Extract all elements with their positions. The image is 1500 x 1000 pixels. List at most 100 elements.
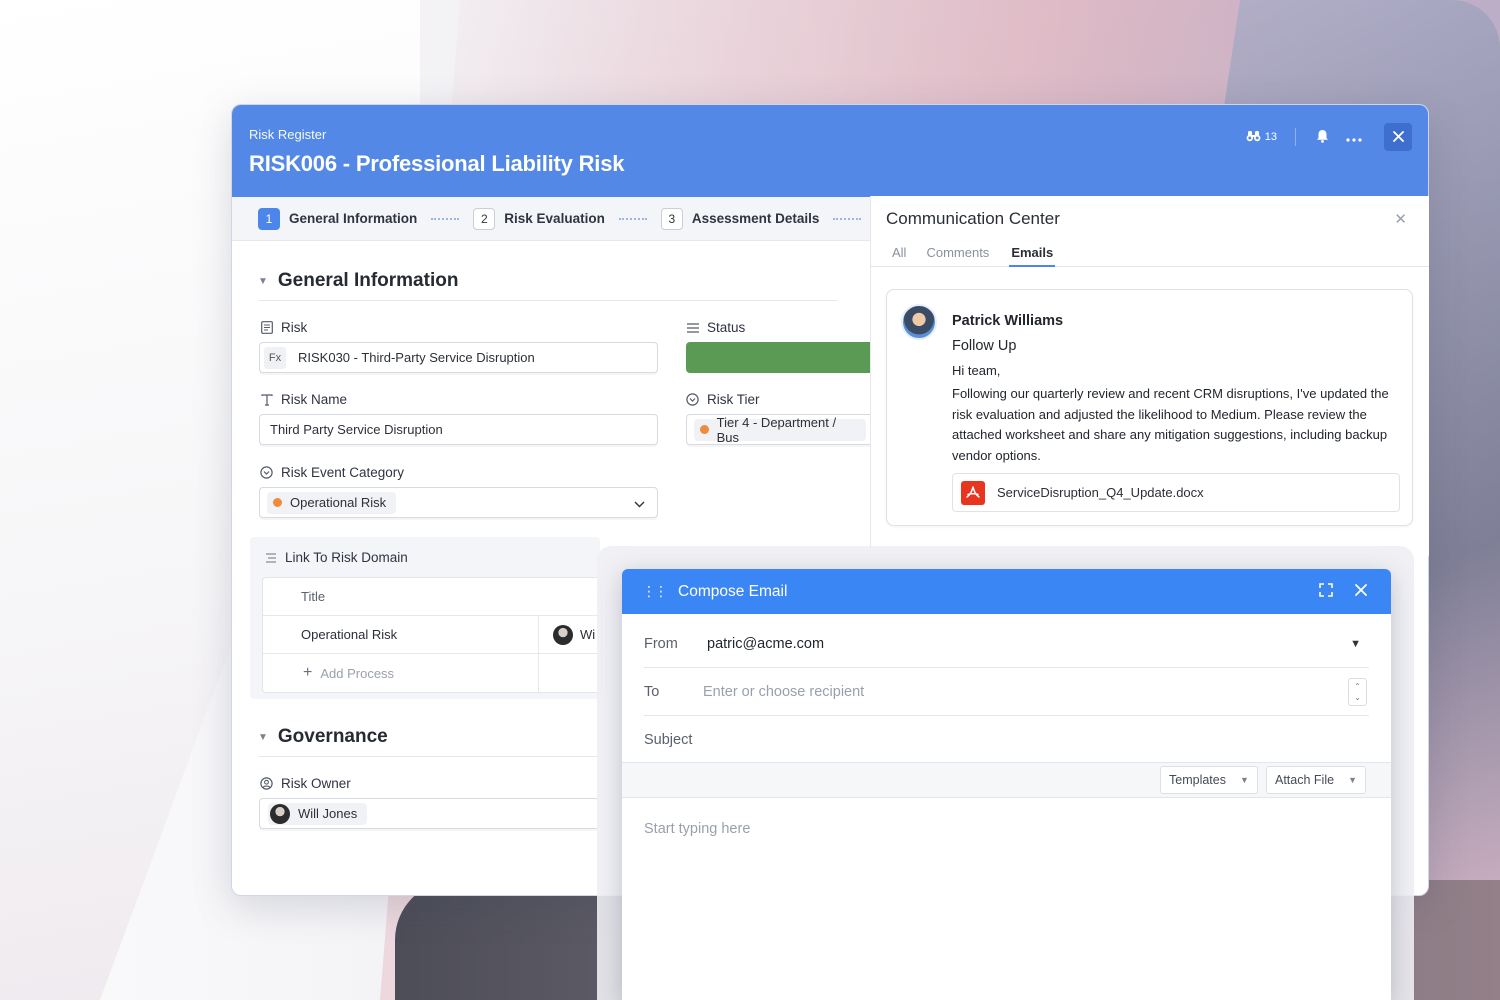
table-row[interactable]: Operational Risk Wi — [263, 616, 601, 654]
section-governance[interactable]: ▼ Governance — [258, 726, 598, 757]
compose-toolbar: Templates ▼ Attach File ▼ — [622, 762, 1391, 798]
plus-icon: + — [303, 664, 313, 681]
linked-domains-table: Title Operational Risk Wi + Add Process — [262, 577, 602, 693]
communication-center-panel: Communication Center ✕ All Comments Emai… — [870, 196, 1429, 556]
compose-title: Compose Email — [678, 582, 788, 600]
label-text: Risk — [281, 320, 308, 335]
section-general-information[interactable]: ▼ General Information — [258, 270, 838, 301]
owner-name: Will Jones — [298, 806, 358, 821]
watchers-button[interactable]: 13 — [1240, 123, 1283, 151]
bell-icon — [1316, 129, 1329, 146]
status-indicator[interactable] — [686, 342, 876, 373]
category-chip: Operational Risk — [267, 491, 397, 514]
owner-name: Wi — [580, 627, 596, 642]
from-row[interactable]: From patric@acme.com ▼ — [644, 620, 1369, 668]
user-circle-icon — [260, 777, 273, 790]
risk-field-label: Risk — [260, 320, 307, 335]
notifications-button[interactable] — [1308, 123, 1336, 151]
tab-all[interactable]: All — [892, 240, 906, 267]
avatar — [901, 304, 937, 340]
step-label: Assessment Details — [691, 211, 820, 226]
risk-name-value: Third Party Service Disruption — [270, 422, 443, 437]
more-icon — [1346, 130, 1362, 145]
step-general-information[interactable]: 1 General Information — [258, 207, 418, 230]
close-panel-button[interactable]: ✕ — [1394, 210, 1407, 228]
risk-lookup-field[interactable]: Fx RISK030 - Third-Party Service Disrupt… — [259, 342, 658, 373]
subject-row[interactable]: Subject — [644, 716, 1369, 764]
step-label: General Information — [289, 211, 418, 226]
comm-tabs: All Comments Emails — [871, 240, 1429, 267]
expand-icon[interactable] — [1319, 583, 1333, 602]
panel-title: Communication Center — [886, 209, 1060, 228]
to-input[interactable]: Enter or choose recipient — [703, 684, 864, 700]
owner-chip: Will Jones — [268, 802, 368, 825]
step-risk-evaluation[interactable]: 2 Risk Evaluation — [473, 207, 605, 230]
risk-name-input[interactable]: Third Party Service Disruption — [259, 414, 658, 445]
drag-handle-icon[interactable]: ⋮⋮ — [642, 583, 668, 600]
header-actions: 13 — [1240, 123, 1412, 151]
column-header-title[interactable]: Title — [263, 578, 539, 615]
orange-dot-icon — [700, 425, 709, 434]
close-icon: ✕ — [1394, 211, 1407, 228]
compose-header: ⋮⋮ Compose Email — [622, 569, 1391, 614]
step-number: 1 — [258, 207, 280, 230]
watchers-count: 13 — [1264, 131, 1277, 143]
attach-file-button[interactable]: Attach File ▼ — [1266, 766, 1366, 794]
event-category-select[interactable]: Operational Risk — [259, 487, 658, 518]
recipient-stepper-icon[interactable]: ⌃ ⌄ — [1348, 678, 1367, 706]
risk-tier-label: Risk Tier — [686, 392, 760, 407]
link-list-icon — [264, 551, 277, 564]
risk-tier-select[interactable]: Tier 4 - Department / Bus — [686, 414, 876, 445]
cell-title: Operational Risk — [263, 616, 539, 653]
close-icon — [1392, 130, 1404, 145]
chevron-down-icon[interactable] — [634, 496, 645, 511]
templates-button[interactable]: Templates ▼ — [1160, 766, 1258, 794]
section-title: General Information — [277, 270, 459, 291]
close-icon — [1355, 584, 1367, 596]
event-category-label: Risk Event Category — [260, 465, 404, 480]
more-button[interactable] — [1340, 123, 1368, 151]
caret-down-icon: ▼ — [1239, 775, 1249, 785]
caret-down-icon[interactable]: ▼ — [1350, 638, 1361, 650]
step-number: 3 — [660, 207, 683, 230]
risk-owner-field[interactable]: Will Jones — [259, 798, 599, 829]
button-label: Templates — [1169, 773, 1226, 787]
compose-email-dialog: ⋮⋮ Compose Email From patric@acme.com ▼ … — [622, 569, 1391, 1000]
from-select[interactable]: patric@acme.com — [707, 636, 824, 652]
link-domain-label: Link To Risk Domain — [264, 550, 408, 565]
step-connector — [833, 217, 862, 220]
tab-comments[interactable]: Comments — [926, 240, 989, 267]
step-connector — [618, 217, 647, 220]
step-label: Risk Evaluation — [504, 211, 605, 226]
close-compose-button[interactable] — [1355, 580, 1367, 601]
risk-name-label: Risk Name — [260, 392, 347, 407]
step-assessment-details[interactable]: 3 Assessment Details — [660, 207, 820, 230]
cell-owner: Wi — [539, 624, 596, 645]
divider — [1295, 128, 1296, 146]
collapse-caret-icon: ▼ — [258, 731, 268, 743]
step-number: 2 — [473, 207, 496, 230]
to-row[interactable]: To Enter or choose recipient ⌃ ⌄ — [644, 668, 1369, 716]
label-text: Risk Owner — [281, 776, 351, 791]
email-body: Following our quarterly review and recen… — [952, 386, 1389, 463]
email-body-editor[interactable]: Start typing here — [644, 821, 750, 837]
to-label: To — [644, 683, 660, 700]
breadcrumb[interactable]: Risk Register — [249, 127, 326, 142]
dropdown-circle-icon — [260, 466, 273, 479]
formula-icon: Fx — [264, 346, 286, 369]
add-process-button[interactable]: + Add Process — [263, 654, 539, 692]
tab-emails[interactable]: Emails — [1009, 240, 1056, 267]
dropdown-circle-icon — [686, 393, 699, 406]
add-process-row[interactable]: + Add Process — [263, 654, 601, 692]
label-text: Link To Risk Domain — [285, 550, 408, 565]
label-text: Status — [707, 320, 746, 335]
button-label: Attach File — [1275, 773, 1335, 787]
close-window-button[interactable] — [1384, 123, 1412, 151]
add-label: Add Process — [320, 665, 395, 681]
document-icon — [260, 321, 273, 334]
email-card[interactable]: Patrick Williams Follow Up Hi team, Foll… — [886, 289, 1413, 526]
tier-chip: Tier 4 - Department / Bus — [694, 415, 866, 445]
subject-label: Subject — [644, 732, 693, 748]
email-attachment[interactable]: ServiceDisruption_Q4_Update.docx — [952, 473, 1400, 512]
list-icon — [686, 321, 699, 334]
